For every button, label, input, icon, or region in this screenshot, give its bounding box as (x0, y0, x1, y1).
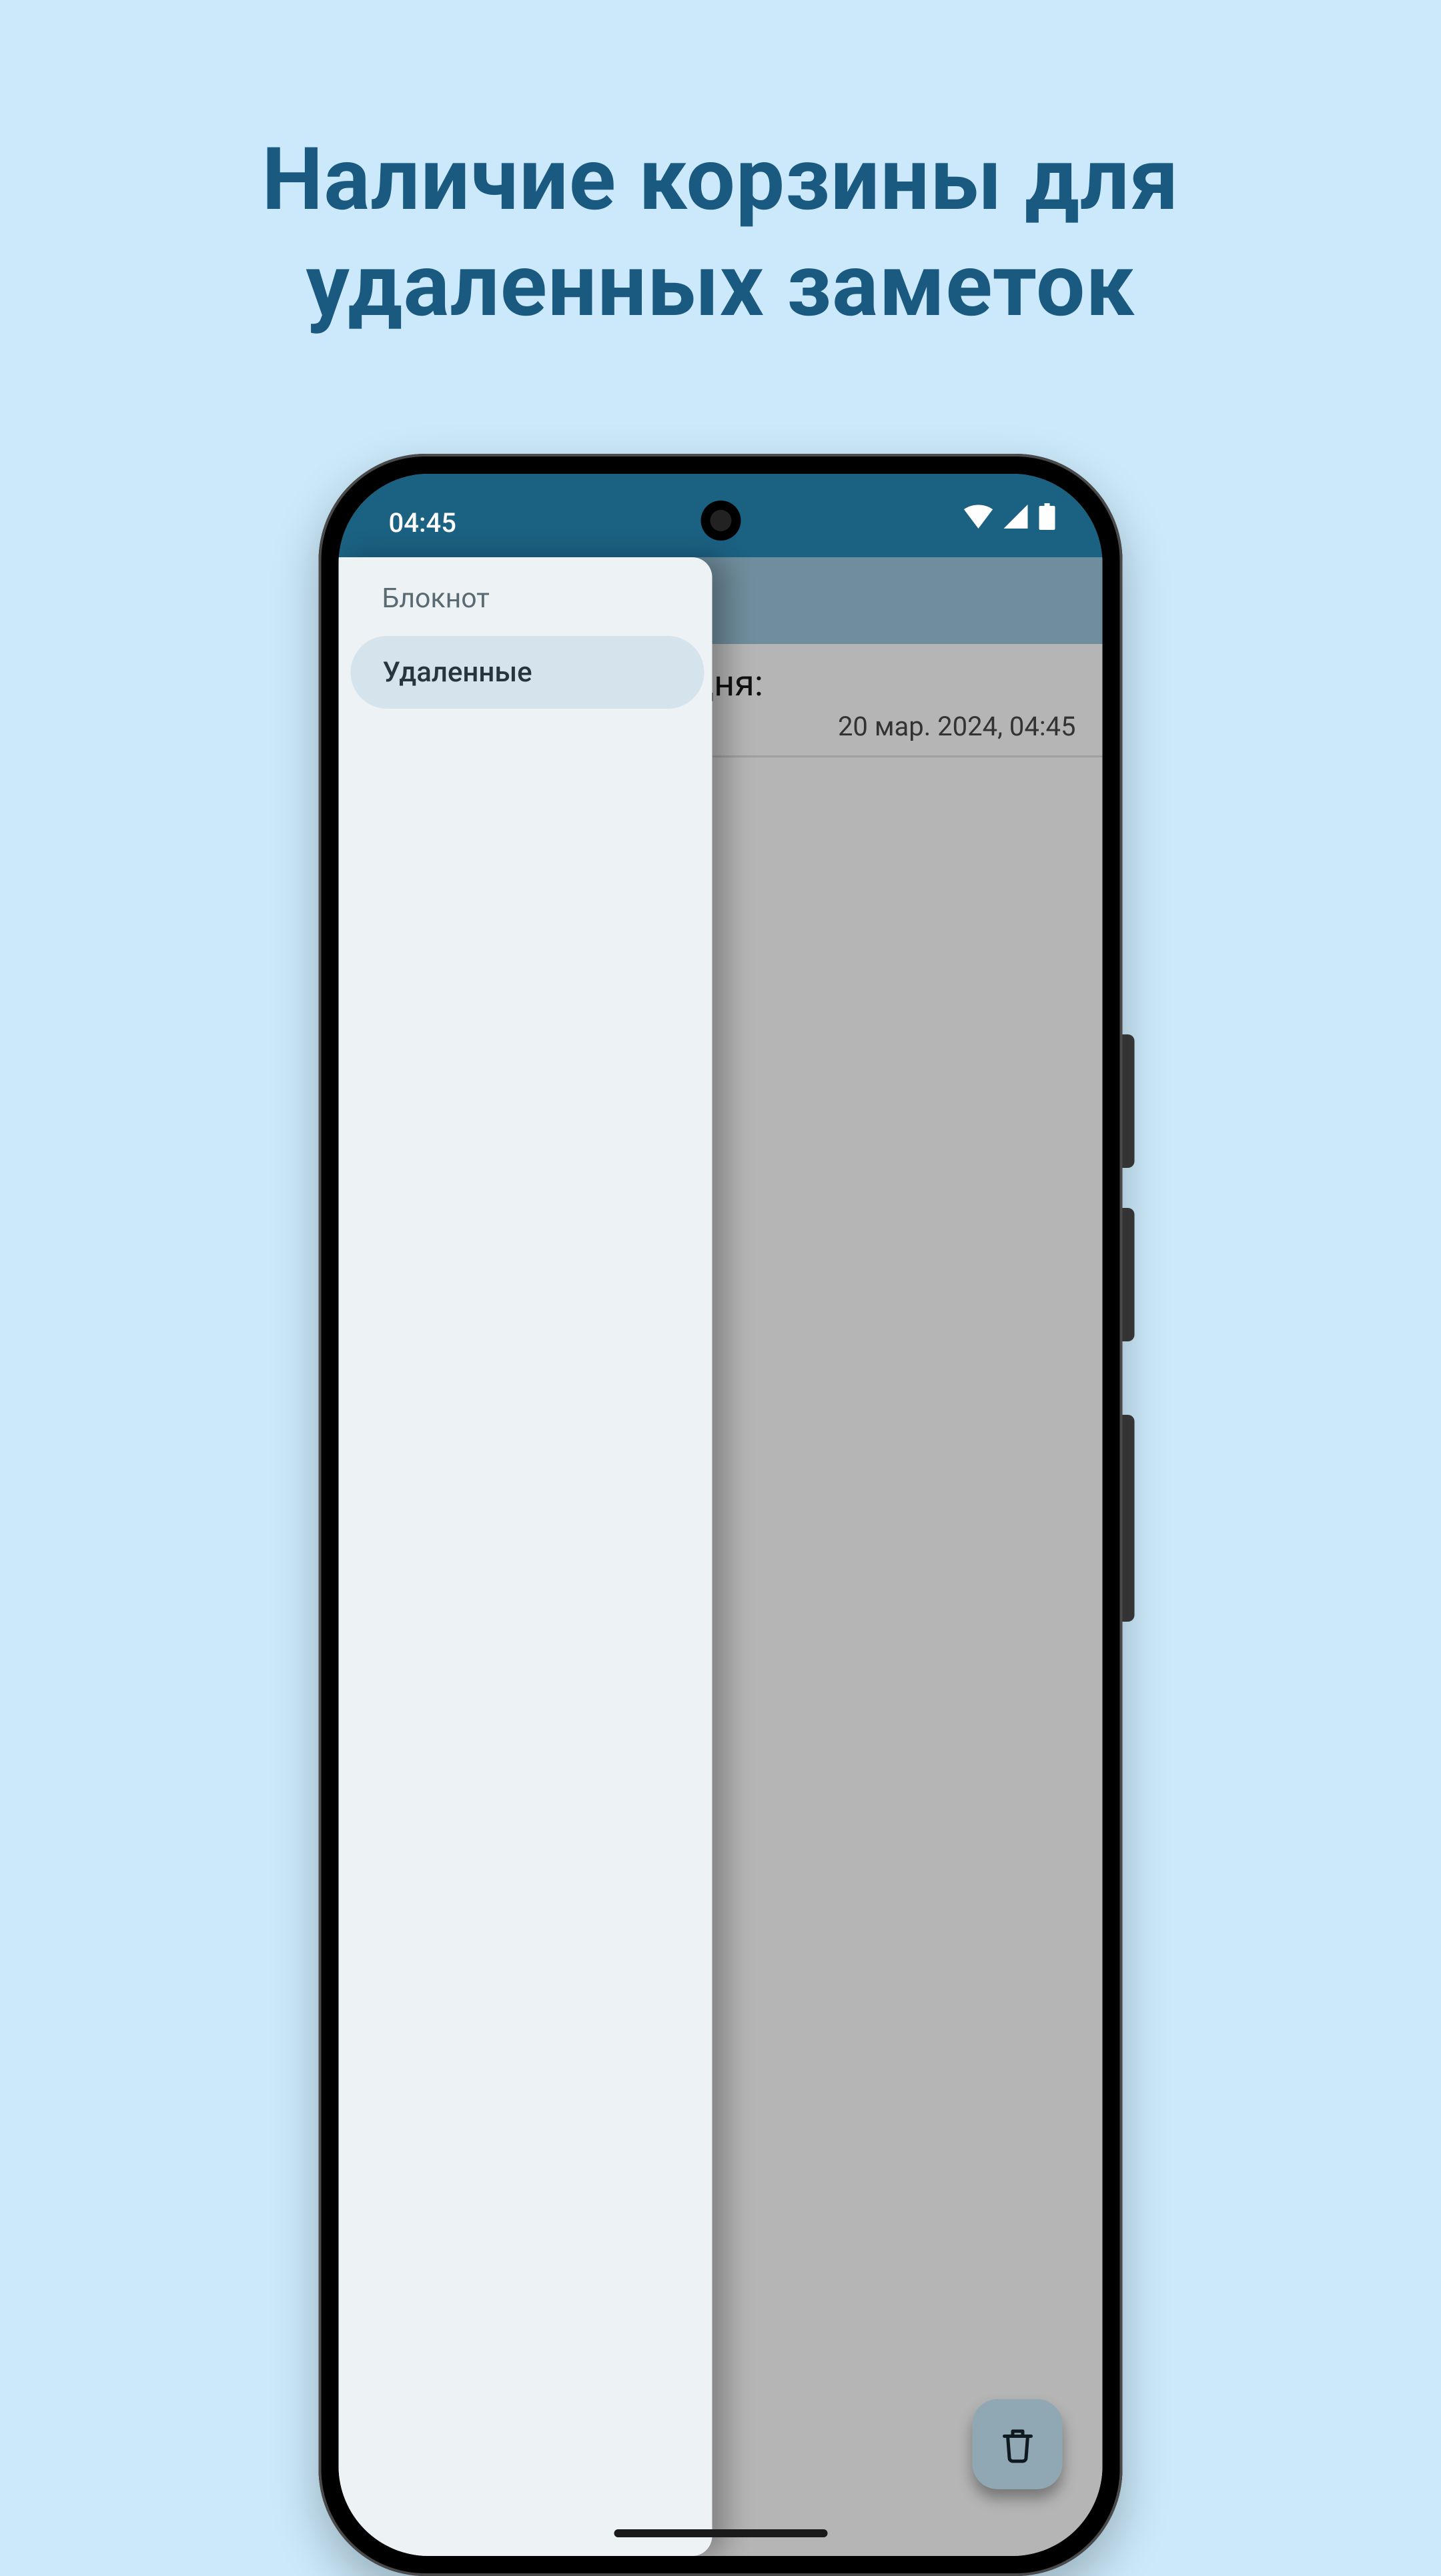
status-icons (964, 503, 1056, 530)
trash-fab[interactable] (973, 2399, 1063, 2489)
navigation-drawer: Блокнот Удаленные (339, 557, 712, 2556)
gesture-nav-bar (614, 2529, 827, 2537)
phone-volume-up-button (1123, 1034, 1135, 1168)
trash-icon (997, 2425, 1037, 2465)
phone-screen: 04:45 дня: 20 мар. 2024, 04:45 (339, 474, 1103, 2556)
battery-icon (1039, 503, 1056, 530)
phone-camera-hole (700, 501, 741, 541)
phone-power-button (1123, 1415, 1135, 1622)
drawer-item-label: Блокнот (382, 583, 490, 615)
marketing-headline: Наличие корзины для удаленных заметок (0, 127, 1441, 338)
phone-volume-down-button (1123, 1208, 1135, 1341)
drawer-item-deleted[interactable]: Удаленные (351, 636, 704, 709)
phone-mockup: 04:45 дня: 20 мар. 2024, 04:45 (319, 454, 1123, 2576)
wifi-icon (964, 505, 993, 529)
cell-signal-icon (1003, 505, 1029, 529)
drawer-item-label: Удаленные (383, 656, 532, 689)
status-time: 04:45 (389, 507, 456, 539)
note-date: 20 мар. 2024, 04:45 (838, 711, 1076, 742)
drawer-item-notebook[interactable]: Блокнот (339, 557, 712, 636)
